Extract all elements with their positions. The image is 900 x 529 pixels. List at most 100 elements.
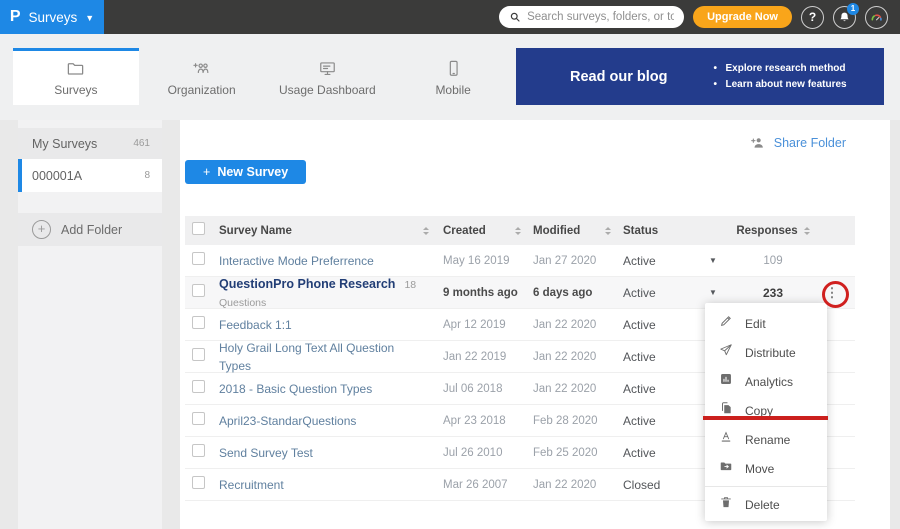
rename-icon	[719, 430, 733, 449]
row-checkbox[interactable]	[192, 252, 205, 265]
sidebar-item-000001a[interactable]: 000001A8	[18, 159, 162, 192]
menu-item-move[interactable]: Move	[705, 454, 827, 483]
sort-icon[interactable]	[423, 224, 429, 238]
menu-item-label: Distribute	[745, 346, 796, 360]
tab-mobile[interactable]: Mobile	[390, 48, 516, 105]
blog-banner[interactable]: Read our blog Explore research method Le…	[516, 48, 884, 105]
header-responses: Responses	[737, 224, 809, 238]
survey-name-link[interactable]: QuestionPro Phone Research	[219, 277, 395, 291]
tab-surveys[interactable]: Surveys	[13, 48, 139, 105]
row-checkbox[interactable]	[192, 316, 205, 329]
created-cell: May 16 2019	[443, 255, 533, 267]
status-label: Active	[623, 318, 656, 332]
tab-organization[interactable]: Organization	[139, 48, 265, 105]
survey-name-wrap: April23-StandarQuestions	[219, 412, 356, 430]
tab-usage-dashboard[interactable]: Usage Dashboard	[265, 48, 391, 105]
tab-label: Surveys	[54, 83, 97, 97]
topbar-actions: Upgrade Now ? 1	[499, 6, 900, 29]
tab-strip: Surveys Organization Usage Dashboard Mobile…	[0, 34, 900, 120]
sidebar-item-my-surveys[interactable]: My Surveys461	[18, 128, 162, 159]
survey-name-wrap: Interactive Mode Preferrence	[219, 252, 374, 270]
survey-name-cell: QuestionPro Phone Research18 Questions	[219, 275, 443, 311]
question-mark-icon: ?	[809, 10, 816, 24]
usage-meter-button[interactable]	[865, 6, 888, 29]
row-checkbox[interactable]	[192, 476, 205, 489]
survey-name-link[interactable]: Feedback 1:1	[219, 318, 292, 332]
created-date: 9 months ago	[443, 287, 518, 299]
survey-name-cell: Holy Grail Long Text All Question Types	[219, 339, 443, 375]
plus-icon: +	[203, 165, 210, 179]
modified-cell: Jan 22 2020	[533, 479, 623, 491]
tab-label: Organization	[168, 83, 236, 97]
survey-name-link[interactable]: Recruitment	[219, 478, 284, 492]
survey-name-cell: April23-StandarQuestions	[219, 412, 443, 430]
menu-item-delete[interactable]: Delete	[705, 490, 827, 519]
search-input[interactable]	[527, 11, 674, 23]
table-row: Interactive Mode Preferrence May 16 2019 J…	[185, 245, 855, 277]
survey-name-wrap: Feedback 1:1	[219, 316, 292, 334]
menu-item-analytics[interactable]: Analytics	[705, 367, 827, 396]
row-checkbox[interactable]	[192, 412, 205, 425]
kebab-menu-icon[interactable]: ⋮	[826, 285, 839, 300]
menu-item-edit[interactable]: Edit	[705, 309, 827, 338]
top-bar: P Surveys ▼ Upgrade Now ? 1	[0, 0, 900, 34]
share-folder-link[interactable]: Share Folder	[750, 135, 846, 151]
new-survey-button[interactable]: +New Survey	[185, 160, 306, 184]
modified-date: Jan 22 2020	[533, 383, 596, 395]
status-label: Active	[623, 350, 656, 364]
upgrade-now-button[interactable]: Upgrade Now	[693, 6, 792, 28]
tab-label: Mobile	[435, 83, 470, 97]
header-modified: Modified	[533, 224, 623, 238]
table-header-row: Survey NameCreatedModifiedStatusResponse…	[185, 216, 855, 245]
menu-item-label: Move	[745, 462, 774, 476]
global-search[interactable]	[499, 6, 684, 28]
row-checkbox[interactable]	[192, 380, 205, 393]
notifications-button[interactable]: 1	[833, 6, 856, 29]
created-cell: Apr 23 2018	[443, 415, 533, 427]
row-checkbox[interactable]	[192, 348, 205, 361]
survey-name-link[interactable]: April23-StandarQuestions	[219, 414, 356, 428]
responses-cell: 109	[737, 255, 809, 267]
created-date: May 16 2019	[443, 255, 510, 267]
analytics-icon	[719, 372, 733, 391]
banner-bullet-list: Explore research method Learn about new …	[713, 61, 846, 93]
survey-name-cell: Interactive Mode Preferrence	[219, 252, 443, 270]
questionpro-surveys-page: P Surveys ▼ Upgrade Now ? 1 Surveys Organ…	[0, 0, 900, 529]
app-menu-label: Surveys	[28, 10, 77, 25]
survey-name-link[interactable]: Send Survey Test	[219, 446, 313, 460]
folder-label: 000001A	[32, 169, 82, 183]
menu-item-distribute[interactable]: Distribute	[705, 338, 827, 367]
add-folder-button[interactable]: + Add Folder	[18, 213, 162, 246]
sort-icon[interactable]	[804, 224, 810, 238]
survey-name-cell: Recruitment	[219, 476, 443, 494]
sort-icon[interactable]	[605, 224, 611, 238]
app-switcher[interactable]: P Surveys ▼	[0, 0, 104, 34]
modified-date: Jan 22 2020	[533, 319, 596, 331]
sort-icon[interactable]	[515, 224, 521, 238]
created-cell: 9 months ago	[443, 287, 533, 299]
status-cell: Active	[623, 254, 709, 268]
column-label: Status	[623, 225, 658, 237]
row-checkbox-cell	[185, 412, 219, 430]
help-button[interactable]: ?	[801, 6, 824, 29]
created-date: Jan 22 2019	[443, 351, 506, 363]
menu-item-label: Delete	[745, 498, 780, 512]
modified-date: Jan 27 2020	[533, 255, 596, 267]
created-cell: Jul 26 2010	[443, 447, 533, 459]
status-dropdown[interactable]: ▼	[709, 288, 737, 297]
gauge-icon	[869, 10, 884, 25]
menu-item-rename[interactable]: Rename	[705, 425, 827, 454]
modified-date: Jan 22 2020	[533, 351, 596, 363]
row-checkbox[interactable]	[192, 284, 205, 297]
select-all-checkbox[interactable]	[192, 222, 205, 235]
trash-icon	[719, 495, 733, 514]
survey-name-link[interactable]: Interactive Mode Preferrence	[219, 254, 374, 268]
row-checkbox[interactable]	[192, 444, 205, 457]
header-status: Status	[623, 225, 709, 237]
pencil-icon	[719, 314, 733, 333]
menu-item-copy[interactable]: Copy	[705, 396, 827, 425]
status-dropdown[interactable]: ▼	[709, 256, 737, 265]
survey-name-link[interactable]: 2018 - Basic Question Types	[219, 382, 372, 396]
survey-name-link[interactable]: Holy Grail Long Text All Question Types	[219, 341, 394, 373]
menu-item-label: Copy	[745, 404, 773, 418]
